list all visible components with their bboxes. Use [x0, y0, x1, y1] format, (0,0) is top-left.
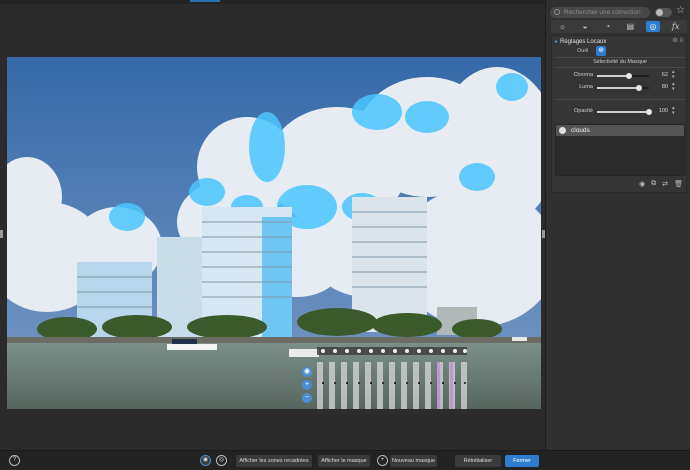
right-panel: Rechercher une correction ☆ ☼ ◒ ◔ ▤ ◎ fx…: [545, 0, 690, 450]
close-button[interactable]: Fermer: [505, 455, 539, 467]
settings-icon[interactable]: ⚙: [672, 38, 677, 44]
tool-picker-button[interactable]: ⊕: [596, 46, 606, 56]
left-panel-handle[interactable]: [0, 230, 3, 238]
mask-list: clouds: [555, 124, 685, 176]
search-input[interactable]: Rechercher une correction: [550, 7, 650, 18]
local-adjust-section: ▸ Réglages Locaux ⚙ ≡ Outil ⊕ Sélectivité…: [551, 35, 687, 193]
slider-track[interactable]: [597, 73, 649, 79]
mask-visibility-icon[interactable]: [559, 127, 566, 134]
active-tab-indicator: [190, 0, 220, 2]
minus-picker-icon[interactable]: −: [302, 393, 312, 403]
slider-value[interactable]: 62: [652, 71, 668, 79]
slider-fill: [597, 87, 639, 89]
slider-label: Chroma: [573, 72, 593, 78]
plus-picker-icon[interactable]: +: [302, 380, 312, 390]
duplicate-icon[interactable]: ⧉: [651, 180, 656, 188]
menu-icon[interactable]: ≡: [679, 38, 683, 44]
slider-fill: [597, 111, 649, 113]
swap-icon[interactable]: ⇄: [662, 180, 668, 188]
slider-fill: [597, 75, 630, 77]
slider-thumb[interactable]: [626, 73, 633, 79]
divider: [555, 67, 685, 68]
tool-label: Outil: [577, 48, 589, 54]
geometry-icon[interactable]: ▤: [623, 21, 637, 32]
stepper-icon[interactable]: ▴ ▾: [672, 70, 675, 80]
view-toggle[interactable]: [655, 8, 672, 17]
divider: [555, 99, 685, 100]
light-icon[interactable]: ☼: [555, 21, 569, 32]
trash-icon[interactable]: 🗑: [674, 180, 683, 188]
chroma-slider[interactable]: Chroma 62 ▴ ▾: [552, 70, 688, 81]
slider-track[interactable]: [597, 85, 649, 91]
mask-side-tools: ◉ + −: [302, 367, 314, 406]
luma-slider[interactable]: Luma 80 ▴ ▾: [552, 82, 688, 93]
picker-icon[interactable]: ◉: [302, 367, 312, 377]
local-adjust-icon[interactable]: ◎: [645, 21, 660, 32]
collapse-arrow-icon[interactable]: ▸: [555, 39, 558, 45]
mask-list-actions: ◉ ⧉ ⇄ 🗑: [639, 180, 683, 188]
reset-button[interactable]: Réinitialiser: [455, 455, 501, 467]
search-placeholder: Rechercher une correction: [564, 9, 641, 16]
help-icon[interactable]: ?: [9, 455, 20, 466]
show-cropped-button[interactable]: Afficher les zones recadrées: [236, 455, 312, 467]
plus-icon[interactable]: +: [377, 455, 388, 466]
slider-value[interactable]: 100: [652, 107, 668, 115]
star-icon[interactable]: ☆: [676, 5, 685, 16]
slider-label: Luma: [579, 84, 593, 90]
detail-icon[interactable]: ◔: [601, 21, 615, 32]
slider-thumb[interactable]: [635, 85, 642, 91]
slider-label: Opacité: [574, 108, 593, 114]
color-icon[interactable]: ◒: [578, 21, 592, 32]
divider: [555, 57, 685, 58]
mask-name: clouds: [571, 127, 590, 134]
show-mask-button[interactable]: Afficher le masque: [318, 455, 370, 467]
stepper-icon[interactable]: ▴ ▾: [672, 106, 675, 116]
mask-view-icon[interactable]: ◉: [200, 455, 211, 466]
eye-mask-icon[interactable]: ◉: [639, 180, 645, 188]
stepper-icon[interactable]: ▴ ▾: [672, 82, 675, 92]
slider-track[interactable]: [597, 109, 652, 115]
new-mask-button[interactable]: Nouveau masque: [390, 455, 437, 467]
image-canvas[interactable]: ◉ + −: [0, 4, 545, 450]
search-icon: [554, 9, 560, 15]
palette-toolbar: ☼ ◒ ◔ ▤ ◎ fx: [551, 20, 687, 33]
list-item[interactable]: clouds: [556, 125, 684, 136]
section-title: Réglages Locaux: [560, 39, 607, 45]
bottom-toolbar: ? ◉ ◎ Afficher les zones recadrées Affic…: [0, 450, 690, 470]
section-options[interactable]: ⚙ ≡: [672, 37, 683, 44]
slider-value[interactable]: 80: [652, 83, 668, 91]
overlay-icon[interactable]: ◎: [216, 455, 227, 466]
photo-preview[interactable]: [7, 57, 541, 409]
opacity-slider[interactable]: Opacité 100 ▴ ▾: [552, 106, 688, 117]
section-header[interactable]: ▸ Réglages Locaux: [555, 38, 606, 45]
fx-icon[interactable]: fx: [669, 21, 683, 32]
mask-selectivity-heading: Sélectivité du Masque: [593, 59, 647, 65]
